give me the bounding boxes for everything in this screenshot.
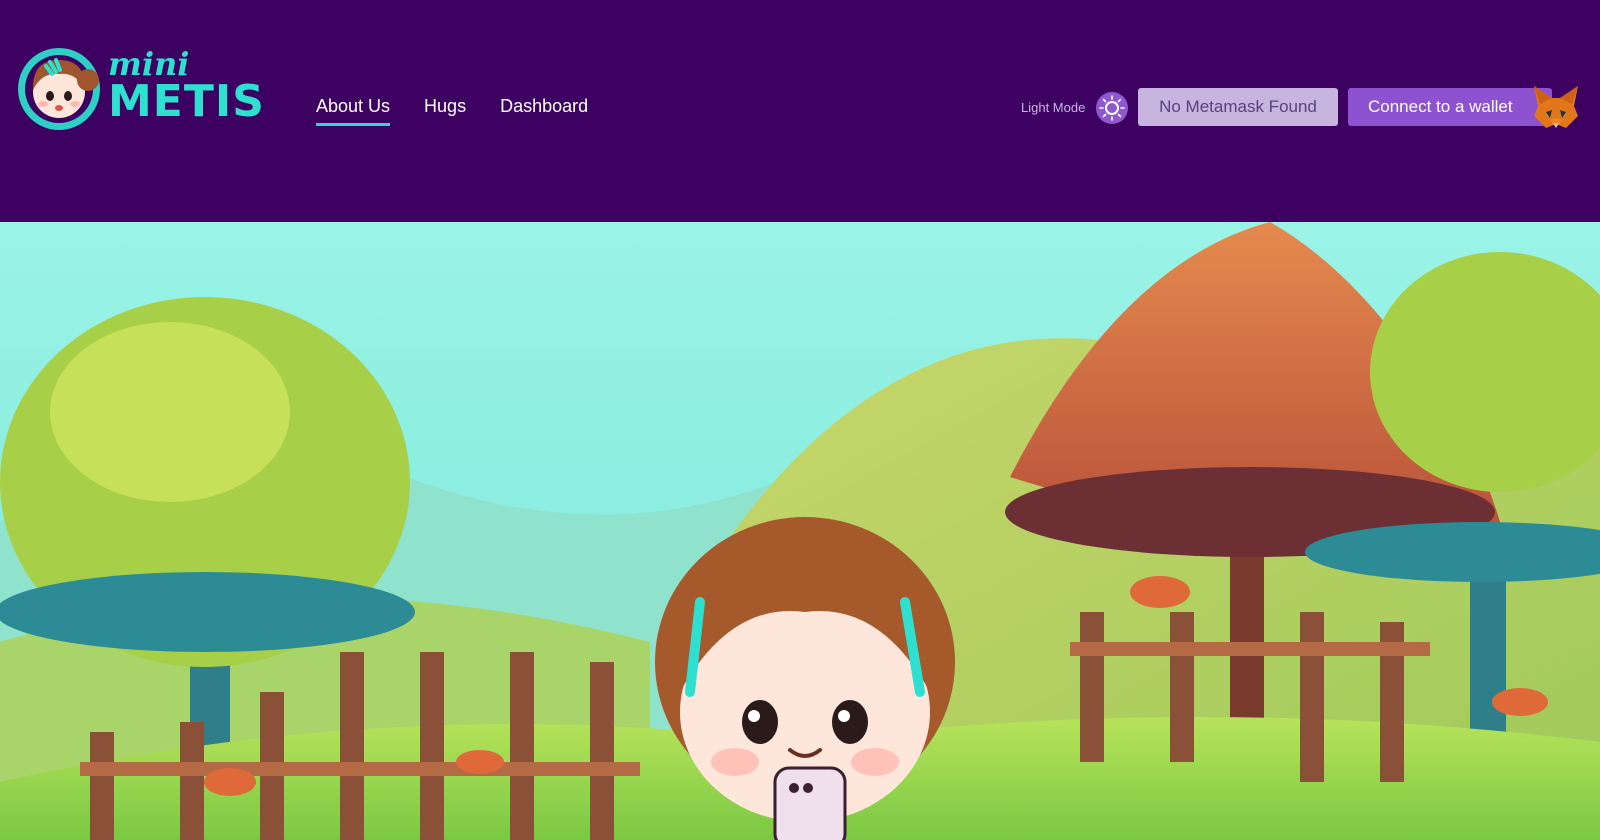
- minimetis-logo[interactable]: mini METIS: [16, 44, 264, 130]
- nav-hugs[interactable]: Hugs: [424, 96, 466, 126]
- site-header: mini METIS About Us Hugs Dashboard Light…: [0, 0, 1600, 222]
- metamask-fox-icon: [1534, 86, 1578, 128]
- light-mode-label: Light Mode: [1021, 100, 1086, 115]
- nav-about-us[interactable]: About Us: [316, 96, 391, 126]
- logo-girl-badge-icon: [18, 48, 100, 130]
- nav-dashboard[interactable]: Dashboard: [500, 96, 588, 126]
- hero-illustration: [0, 222, 1600, 840]
- forest-scene-image: [0, 222, 1600, 840]
- connect-wallet-button[interactable]: Connect to a wallet: [1348, 88, 1552, 126]
- theme-toggle[interactable]: [1096, 92, 1128, 124]
- logo-metis-text: METIS: [108, 76, 265, 127]
- sun-icon: [1099, 95, 1125, 121]
- main-nav: About Us Hugs Dashboard: [316, 96, 588, 126]
- no-metamask-button[interactable]: No Metamask Found: [1138, 88, 1338, 126]
